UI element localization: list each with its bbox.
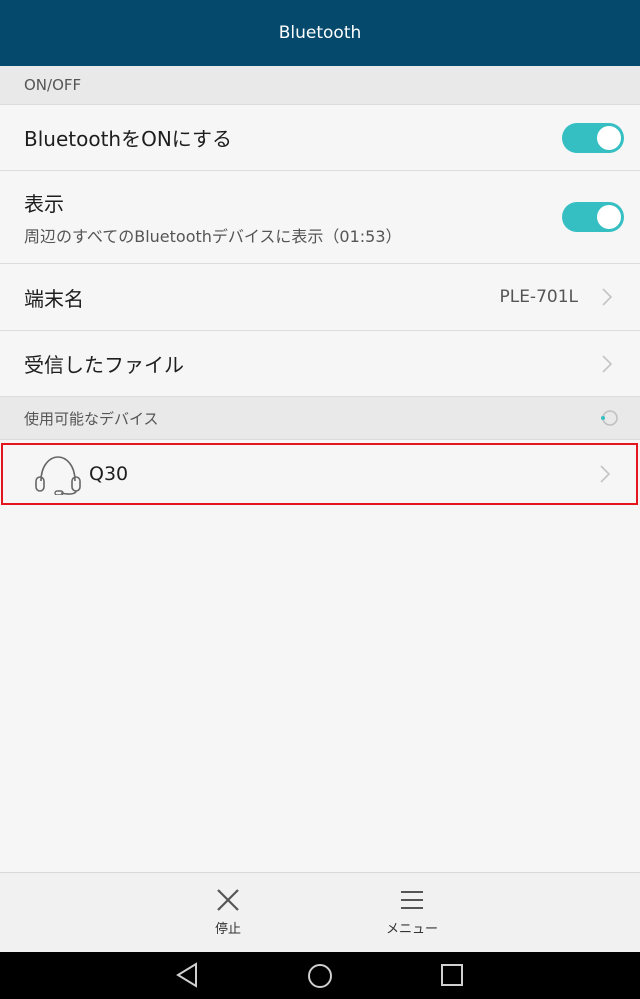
headset-icon — [35, 456, 81, 495]
visibility-toggle-row[interactable]: 表示 周辺のすべてのBluetoothデバイスに表示（01:53） — [0, 171, 640, 264]
section-title-onoff: ON/OFF — [24, 76, 82, 94]
system-navigation-bar — [0, 952, 640, 999]
home-icon[interactable] — [306, 962, 334, 990]
received-files-label: 受信したファイル — [24, 353, 184, 377]
bluetooth-toggle-label: BluetoothをONにする — [24, 127, 232, 151]
chevron-right-icon — [602, 354, 613, 373]
visibility-toggle-switch[interactable] — [562, 202, 624, 232]
device-name: Q30 — [89, 463, 129, 485]
section-header-onoff: ON/OFF — [0, 66, 640, 105]
close-icon — [217, 889, 239, 911]
device-name-row[interactable]: 端末名 PLE-701L — [0, 264, 640, 331]
device-item-q30[interactable]: Q30 — [1, 443, 638, 505]
app-header: Bluetooth — [0, 0, 640, 66]
section-title-available: 使用可能なデバイス — [24, 409, 159, 428]
visibility-sublabel: 周辺のすべてのBluetoothデバイスに表示（01:53） — [24, 226, 402, 246]
back-icon[interactable] — [174, 962, 200, 988]
bluetooth-settings-screen: Bluetooth ON/OFF BluetoothをONにする 表示 周辺のす… — [0, 0, 640, 999]
scanning-spinner-icon — [601, 410, 618, 426]
toggle-knob — [597, 205, 621, 229]
page-title: Bluetooth — [278, 23, 362, 43]
device-name-label: 端末名 — [24, 286, 84, 311]
bluetooth-toggle-switch[interactable] — [562, 122, 624, 153]
section-header-available-devices: 使用可能なデバイス — [0, 397, 640, 440]
chevron-right-icon — [600, 465, 611, 483]
recent-apps-icon[interactable] — [439, 962, 465, 988]
chevron-right-icon — [602, 288, 613, 306]
stop-button[interactable]: 停止 — [188, 887, 268, 937]
menu-icon — [401, 891, 423, 909]
menu-button[interactable]: メニュー — [372, 887, 452, 937]
bottom-action-bar: 停止 メニュー — [0, 872, 640, 952]
visibility-label: 表示 — [24, 191, 64, 216]
bluetooth-toggle-row[interactable]: BluetoothをONにする — [0, 105, 640, 171]
received-files-row[interactable]: 受信したファイル — [0, 331, 640, 397]
device-name-value: PLE-701L — [499, 287, 578, 307]
stop-label: 停止 — [214, 922, 241, 937]
toggle-knob — [597, 125, 621, 150]
menu-label: メニュー — [385, 922, 438, 937]
